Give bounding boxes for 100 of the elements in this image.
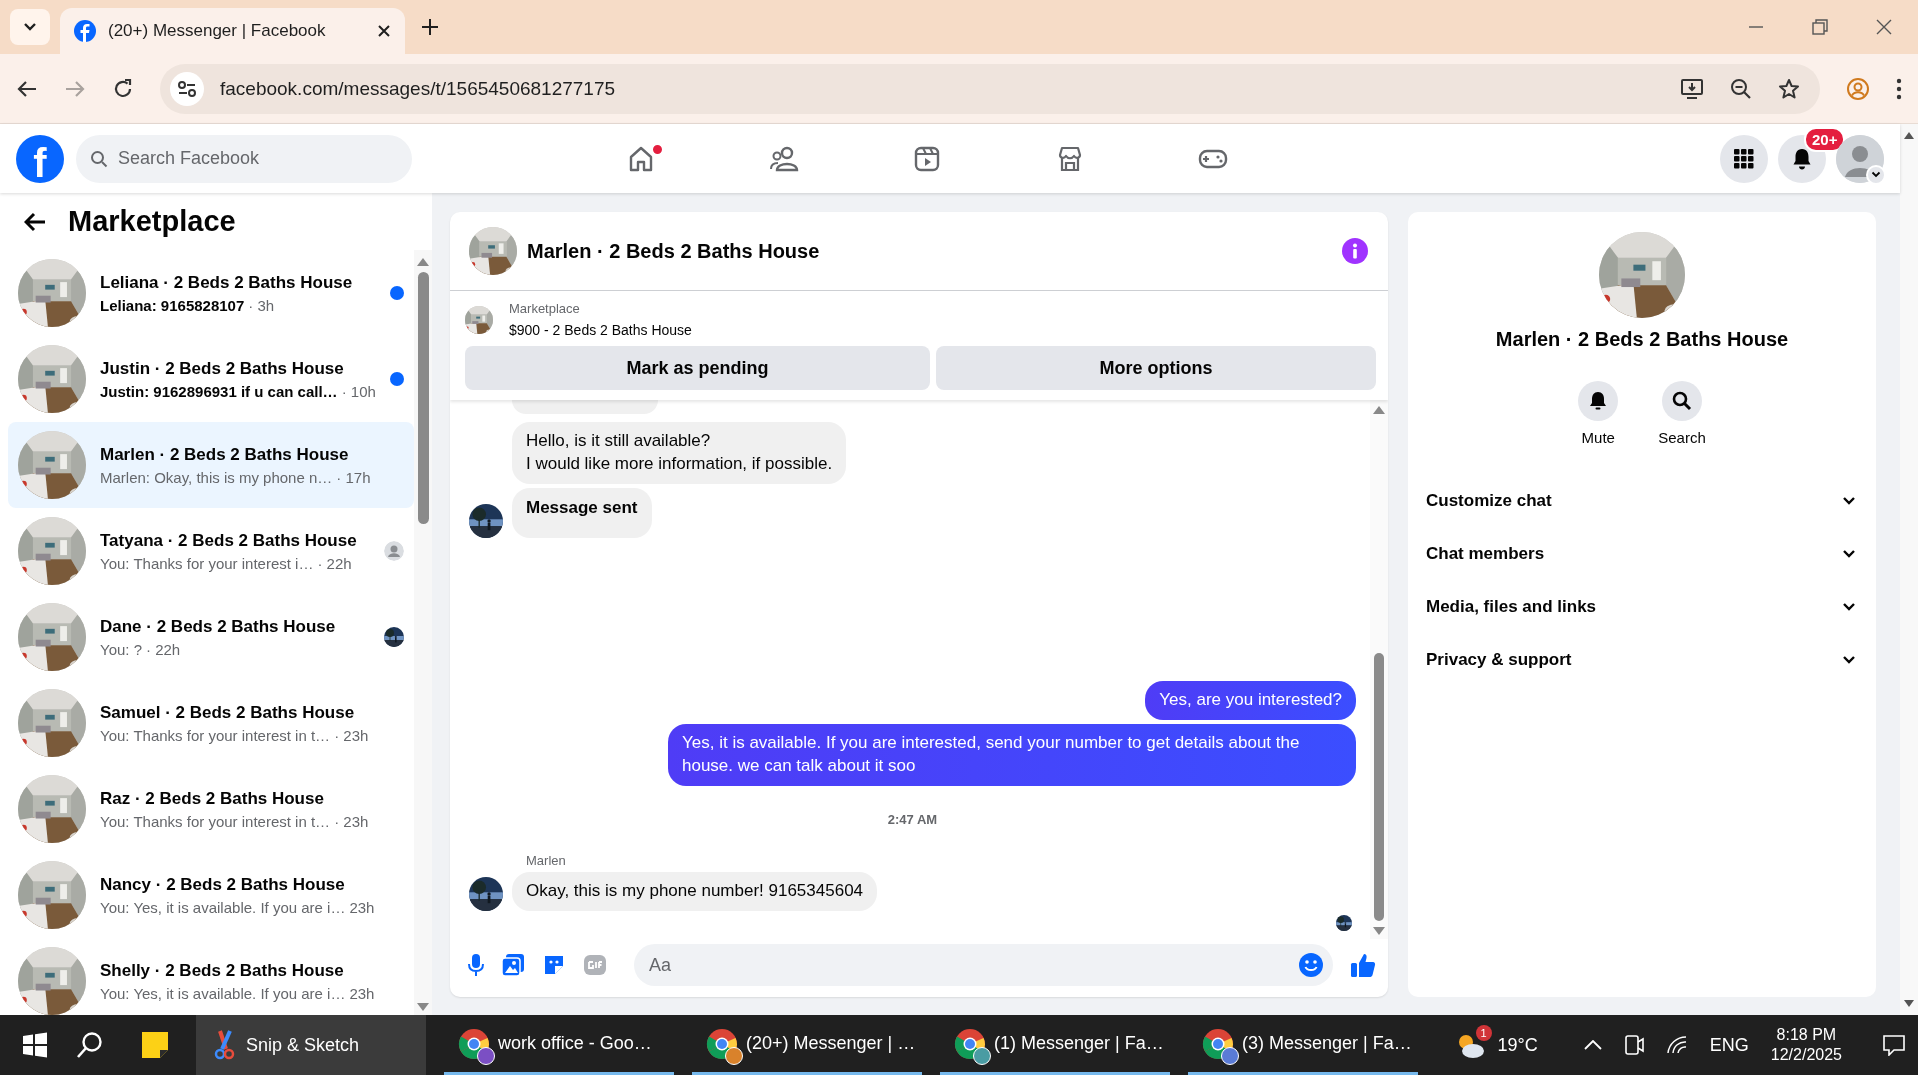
messages-scrollbar[interactable] [1370,400,1388,939]
conversation-item[interactable]: Shelly · 2 Beds 2 Baths House You: Yes, it is available. If you are i… 23h [8,938,414,1015]
video-icon[interactable] [912,144,941,173]
conversation-name: Samuel · 2 Beds 2 Baths House [100,702,356,723]
info-icon[interactable] [1342,238,1368,264]
sidebar-scrollbar[interactable] [414,250,432,1015]
scroll-down-icon[interactable] [1904,1000,1914,1007]
conversation-name: Tatyana · 2 Beds 2 Baths House [100,530,358,551]
message-input[interactable]: Aa [634,944,1333,986]
message-bubble: Yes, it is available. If you are interested, send your number to get details about the house. we can talk about it soo [668,724,1356,787]
star-icon[interactable] [1778,77,1800,100]
scroll-up-icon[interactable] [417,258,429,266]
message-preview: You: Thanks for your interest in t… [100,812,331,830]
section-header[interactable]: Media, files and links [1408,580,1876,633]
conversation-name: Nancy · 2 Beds 2 Baths House [100,874,346,895]
message-time: 23h [349,984,375,1002]
scroll-down-icon[interactable] [417,1003,429,1011]
camera-icon[interactable] [1623,1034,1644,1056]
search-icon[interactable] [76,1031,104,1059]
taskbar-app[interactable]: (20+) Messenger | … [692,1015,922,1075]
clock-date[interactable]: 12/2/2025 [1770,1046,1842,1064]
message-time: · 17h [336,468,371,486]
taskbar-app[interactable]: (1) Messenger | Fa… [940,1015,1170,1075]
taskbar-app[interactable]: Snip & Sketch [196,1015,426,1075]
scroll-up-icon[interactable] [1904,132,1914,139]
conversation-item[interactable]: Dane · 2 Beds 2 Baths House You: ? · 22h [8,594,414,680]
timestamp: 2:47 AM [887,812,938,828]
message-time: · 22h [146,640,181,658]
conversation-item[interactable]: Raz · 2 Beds 2 Baths House You: Thanks for your interest in t… · 23h [8,766,414,852]
browser-tab[interactable]: (20+) Messenger | Facebook [60,8,405,54]
site-settings-icon[interactable] [170,71,204,106]
restore-icon[interactable] [1812,19,1828,35]
profile-icon[interactable] [1846,76,1870,101]
search-field[interactable]: Search Facebook [76,134,412,183]
notification-icon[interactable] [1882,1034,1906,1056]
tab-list-button[interactable] [10,9,50,45]
scrollbar-thumb[interactable] [417,272,429,524]
listing-action-button[interactable]: Mark as pending [465,346,930,390]
zoom-out-icon[interactable] [1730,77,1752,100]
section-header[interactable]: Chat members [1408,527,1876,580]
conversation-item[interactable]: Tatyana · 2 Beds 2 Baths House You: Thanks for your interest i… · 22h [8,508,414,594]
message-preview: You: Thanks for your interest in t… [100,726,331,744]
facebook-icon [74,20,96,42]
conversation-name: Justin · 2 Beds 2 Baths House [100,358,345,379]
listing-action-button[interactable]: More options [936,346,1376,390]
facebook-logo[interactable]: f [16,134,64,183]
image-icon[interactable] [501,953,525,977]
message-time: · 23h [334,812,369,830]
contact-name: Marlen · 2 Beds 2 Baths House [1495,328,1789,351]
notification-badge: 20+ [1804,126,1846,152]
message-preview: Leliana: 9165828107 [100,296,245,314]
smiley-icon[interactable] [1299,953,1323,977]
taskbar-app[interactable]: work office - Goo… [444,1015,674,1075]
install-icon[interactable] [1680,77,1704,100]
thumbs-up-icon[interactable] [1350,952,1376,978]
conversation-item[interactable]: Justin · 2 Beds 2 Baths House Justin: 9162896931 if u can call… · 10h [8,336,414,422]
menu-icon[interactable] [1896,77,1902,100]
conversation-item[interactable]: Leliana · 2 Beds 2 Baths House Leliana: 9165828107 · 3h [8,250,414,336]
conversation-item[interactable]: Samuel · 2 Beds 2 Baths House You: Thanks for your interest in t… · 23h [8,680,414,766]
conversation-item[interactable]: Marlen · 2 Beds 2 Baths House Marlen: Okay, this is my phone n… · 17h [8,422,414,508]
scroll-up-icon[interactable] [1373,406,1385,414]
message-preview: Marlen: Okay, this is my phone n… [100,468,333,486]
plus-icon[interactable] [421,18,439,36]
chevron-up-icon[interactable] [1583,1040,1602,1050]
sticky-note-icon[interactable] [140,1030,170,1060]
message-bubble: Okay, this is my phone number! 9165345604 [512,872,878,911]
message-time: 23h [349,898,375,916]
scrollbar-thumb[interactable] [1374,653,1384,921]
account-avatar[interactable] [1836,134,1884,183]
listing-label: Marketplace [509,301,581,316]
conversation-name: Dane · 2 Beds 2 Baths House [100,616,337,637]
section-header[interactable]: Privacy & support [1408,633,1876,686]
page-scrollbar[interactable] [1900,124,1918,1015]
message-preview: You: ? [100,640,142,658]
back-arrow-icon[interactable] [24,211,46,232]
conversation-name: Marlen · 2 Beds 2 Baths House [100,444,350,465]
microphone-icon[interactable] [468,953,484,977]
taskbar-app[interactable]: (3) Messenger | Fa… [1188,1015,1418,1075]
language-indicator[interactable]: ENG [1709,1034,1749,1056]
bell-icon [1792,147,1812,170]
url-text: facebook.com/messages/t/1565450681277175 [220,77,617,100]
message-time: · 10h [341,382,376,400]
wifi-icon[interactable] [1665,1036,1688,1054]
conversation-name: Shelly · 2 Beds 2 Baths House [100,960,345,981]
scroll-down-icon[interactable] [1373,927,1385,935]
section-header[interactable]: Customize chat [1408,474,1876,527]
message-preview: You: Thanks for your interest i… [100,554,314,572]
windows-start-icon[interactable] [22,1032,48,1058]
address-bar[interactable]: facebook.com/messages/t/1565450681277175 [160,63,1820,114]
sticker-icon[interactable] [542,953,566,977]
people-icon[interactable] [768,144,799,173]
message-preview: Justin: 9162896931 if u can call… [100,382,338,400]
conversation-item[interactable]: Nancy · 2 Beds 2 Baths House You: Yes, it is available. If you are i… 23h [8,852,414,938]
reload-icon[interactable] [112,77,134,100]
weather-badge: 1 [1475,1025,1492,1041]
apps-menu-button[interactable] [1720,134,1768,183]
message-time: · 23h [334,726,369,744]
clock-time[interactable]: 8:18 PM [1776,1026,1837,1044]
close-icon[interactable] [377,24,391,38]
tab-title: (20+) Messenger | Facebook [108,21,327,41]
